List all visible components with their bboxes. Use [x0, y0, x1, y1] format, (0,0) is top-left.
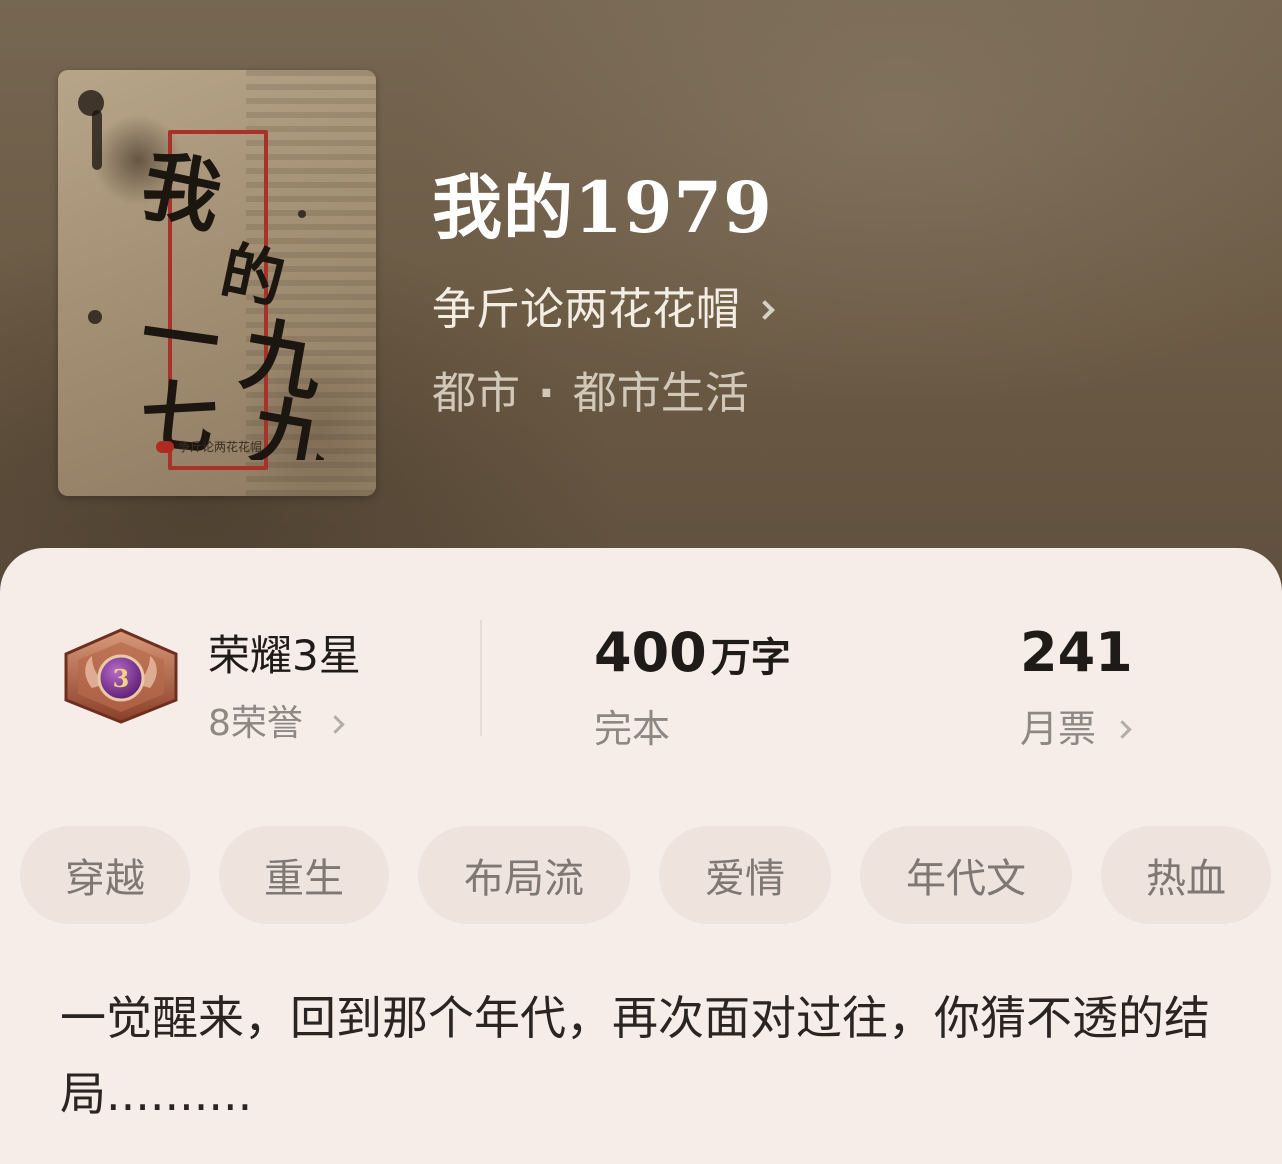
chevron-right-icon: [326, 714, 345, 734]
monthly-votes-number[interactable]: 241: [1020, 620, 1133, 686]
tag-list: 穿越 重生 布局流 爱情 年代文 热血: [0, 826, 1282, 926]
cover-publisher-stamp: 争斤论两花花帽: [156, 438, 262, 455]
rank-name[interactable]: 荣耀3星: [208, 628, 361, 684]
stats-divider: [480, 620, 482, 736]
monthly-votes-label: 月票: [1020, 707, 1097, 751]
tag-chip[interactable]: 布局流: [418, 826, 630, 924]
bronze-hexagon-medal-icon[interactable]: 3: [62, 628, 180, 724]
word-count-number: 400: [594, 621, 707, 684]
book-cover-image[interactable]: 我 的 一 九 七 九 争斤论两花花帽: [58, 70, 376, 496]
genre-row: 都市 · 都市生活: [432, 366, 749, 422]
honor-link[interactable]: 8荣誉: [208, 700, 345, 748]
cover-title-char: 的: [215, 233, 291, 317]
cover-ink-spot: [88, 310, 102, 324]
category[interactable]: 都市: [432, 366, 520, 422]
tag-chip[interactable]: 热血: [1101, 826, 1271, 924]
seal-icon: [156, 440, 174, 453]
chevron-right-icon: [1113, 719, 1132, 739]
tag-chip[interactable]: 爱情: [659, 826, 831, 924]
subcategory[interactable]: 都市生活: [573, 366, 749, 422]
author-link[interactable]: 争斤论两花花帽: [432, 282, 775, 338]
chevron-right-icon: [755, 300, 775, 320]
category-separator: ·: [538, 368, 555, 419]
badge-number: 3: [113, 664, 130, 693]
cover-publisher-text: 争斤论两花花帽: [178, 440, 263, 454]
book-title: 我的1979: [432, 166, 773, 249]
honor-count: 8荣誉: [208, 703, 303, 744]
tag-chip[interactable]: 穿越: [20, 826, 190, 924]
word-count-stat: 400 万字: [594, 620, 791, 686]
tag-chip[interactable]: 年代文: [860, 826, 1072, 924]
cover-title-char: 我: [134, 140, 229, 245]
cover-ink-drip: [92, 110, 102, 170]
cover-title-calligraphy: 我 的 一 九 七 九: [134, 140, 335, 460]
author-name: 争斤论两花花帽: [432, 284, 740, 335]
monthly-votes-link[interactable]: 月票: [1020, 704, 1132, 754]
tag-chip[interactable]: 重生: [219, 826, 389, 924]
word-count-unit: 万字: [710, 635, 791, 681]
completion-status: 完本: [594, 707, 671, 751]
book-description[interactable]: 一觉醒来，回到那个年代，再次面对过往，你猜不透的结局..........: [60, 980, 1220, 1132]
